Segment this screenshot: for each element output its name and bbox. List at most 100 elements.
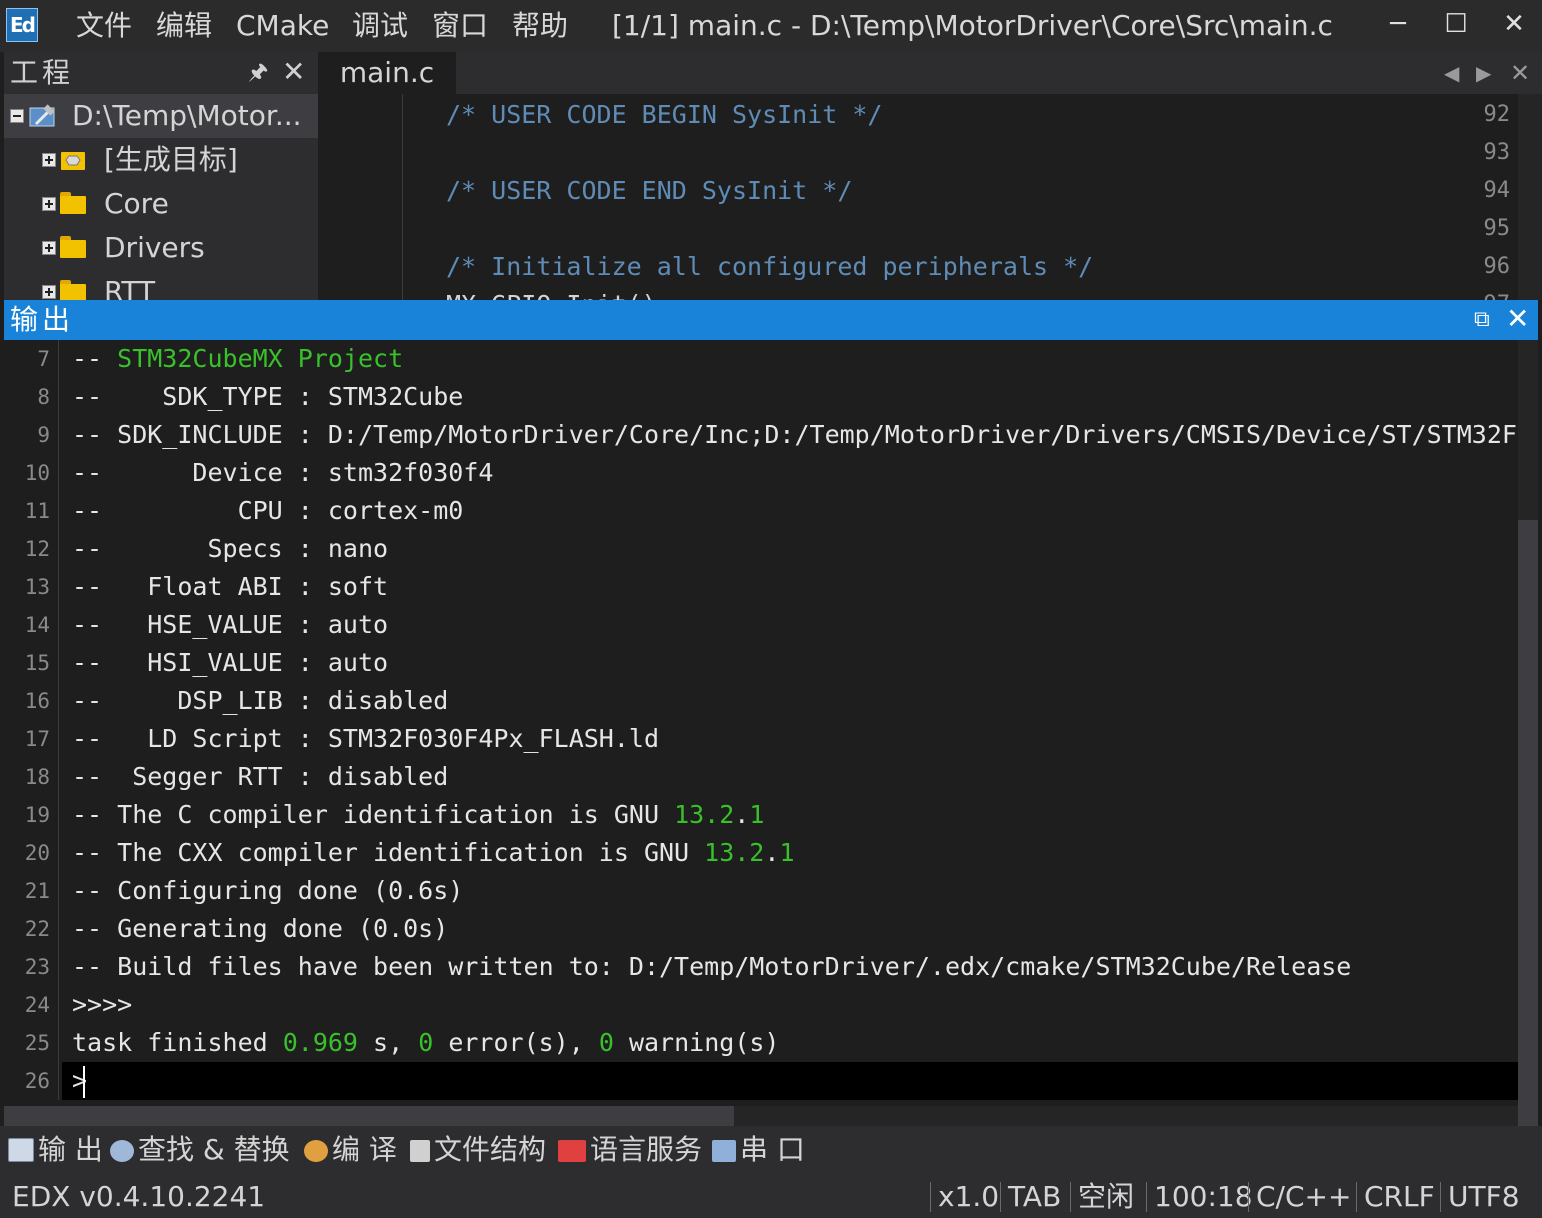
serial-port-icon [712,1140,736,1162]
expand-icon[interactable] [42,285,56,299]
file-encoding[interactable]: UTF8 [1448,1178,1520,1216]
output-text-segment: s, [357,1028,419,1057]
output-panel-title: 输出 [10,303,75,336]
tree-root[interactable]: D:\Temp\Motor... [4,94,318,138]
output-text-segment: error(s), [433,1028,599,1057]
output-line-number: 13 [24,575,50,599]
find-replace-icon [110,1140,134,1162]
output-text-segment: -- HSE_VALUE : auto [72,610,389,639]
expand-icon[interactable] [42,197,56,211]
code-editor[interactable]: 92 /* USER CODE BEGIN SysInit */ 93 94 /… [318,94,1518,300]
minimize-button[interactable]: ─ [1378,6,1418,42]
output-text-segment: -- LD Script : STM32F030F4Px_FLASH.ld [72,724,659,753]
output-line-number: 11 [24,499,50,523]
output-text-segment: -- DSP_LIB : disabled [72,686,449,715]
tab-serial-port[interactable]: 串 口 [712,1132,805,1168]
tab-build[interactable]: 编 译 [304,1132,397,1168]
output-line-number: 22 [24,917,50,941]
output-text-segment: -- The C compiler identification is GNU [72,800,675,829]
output-console[interactable]: 7 -- STM32CubeMX Project 8 -- SDK_TYPE : ST… [4,340,1518,1106]
output-line-number: 10 [24,461,50,485]
output-text-segment: -- Configuring done (0.6s) [72,876,464,905]
output-line-number: 9 [37,423,50,447]
output-text-segment: task finished [72,1028,283,1057]
output-line-number: 25 [24,1031,50,1055]
tab-find-replace[interactable]: 查找 & 替换 [110,1132,290,1168]
build-icon [304,1140,328,1162]
line-number: 97 [1440,286,1511,300]
pin-icon[interactable]: 🖈 [248,56,268,90]
tab-next-icon[interactable]: ▶ [1476,58,1491,88]
tree-item-label: Core [104,187,169,220]
tree-item-core[interactable]: Core [4,182,318,226]
output-text-segment: -- SDK_TYPE : STM32Cube [72,382,464,411]
output-line: -- Configuring done (0.6s) [72,872,463,910]
status-separator [1146,1182,1147,1212]
tab-language-service[interactable]: 语言服务 [558,1132,702,1168]
project-panel-header: 工程 🖈 ✕ [4,52,318,92]
project-panel-close-icon[interactable]: ✕ [282,54,305,90]
output-line-number: 15 [24,651,50,675]
tab-prev-icon[interactable]: ◀ [1444,58,1459,88]
status-separator [1070,1182,1071,1212]
status-separator [1000,1182,1001,1212]
tab-close-icon[interactable]: ✕ [1510,58,1530,88]
line-ending[interactable]: CRLF [1364,1178,1435,1216]
tab-file-structure[interactable]: 文件结构 [410,1132,546,1168]
output-vertical-scroll-thumb[interactable] [1518,520,1538,1126]
line-number: 92 [1483,102,1511,127]
tab-label: 语言服务 [590,1133,703,1166]
language-mode[interactable]: C/C++ [1256,1178,1351,1216]
task-state: 空闲 [1078,1180,1135,1213]
output-line: -- DSP_LIB : disabled [72,682,448,720]
output-line: -- HSE_VALUE : auto [72,606,388,644]
output-line-number: 16 [24,689,50,713]
tree-root-label: D:\Temp\Motor... [72,99,302,132]
tab-output[interactable]: 输 出 [8,1132,103,1168]
expand-icon[interactable] [42,153,56,167]
output-text-segment: -- HSI_VALUE : auto [72,648,389,677]
indent-mode[interactable]: TAB [1008,1178,1061,1216]
tab-main-c[interactable]: main.c [318,52,456,94]
output-text-segment: 0 [418,1028,434,1057]
output-text-segment: -- Build files have been written to: D:/… [72,952,1352,981]
zoom-level[interactable]: x1.0 [938,1178,999,1216]
output-line: -- Build files have been written to: D:/… [72,948,1351,986]
cursor-position[interactable]: 100:18 [1154,1178,1253,1216]
output-close-icon[interactable]: ✕ [1506,302,1529,336]
output-text-segment: 1 [749,800,765,829]
output-text-segment: warning(s) [613,1028,780,1057]
expand-icon[interactable] [42,241,56,255]
menu-debug[interactable]: 调试 [352,10,408,42]
project-panel: 工程 🖈 ✕ D:\Temp\Motor... [生成目标] Core Driv… [4,52,318,300]
window-title: [1/1] main.c - D:\Temp\MotorDriver\Core\… [612,9,1333,42]
output-text-segment: -- Segger RTT : disabled [72,762,449,791]
output-line: -- HSI_VALUE : auto [72,644,388,682]
tree-item-rtt[interactable]: RTT [4,270,318,300]
project-panel-title: 工程 [10,56,75,89]
output-line: -- Specs : nano [72,530,388,568]
tree-item-build-targets[interactable]: [生成目标] [4,138,318,182]
close-window-button[interactable]: ✕ [1494,6,1534,42]
editor-scrollbar[interactable] [1518,94,1542,300]
folder-icon [60,236,86,258]
menu-window[interactable]: 窗口 [432,10,488,42]
output-line-number: 14 [24,613,50,637]
output-text-segment: . [734,800,750,829]
output-line-number: 12 [24,537,50,561]
output-line-number: 17 [24,727,50,751]
output-line: -- Generating done (0.0s) [72,910,448,948]
menu-cmake[interactable]: CMake [236,10,329,42]
menu-edit[interactable]: 编辑 [156,10,212,42]
menu-help[interactable]: 帮助 [512,10,568,42]
tree-item-drivers[interactable]: Drivers [4,226,318,270]
tree-item-label: [生成目标] [104,143,238,176]
collapse-icon[interactable] [10,109,24,123]
folder-icon [60,280,86,300]
maximize-button[interactable]: ☐ [1436,6,1476,42]
output-horizontal-scroll-thumb[interactable] [4,1106,734,1126]
output-text-segment: -- Device : stm32f030f4 [72,458,494,487]
restore-icon[interactable]: ⧉ [1474,304,1490,336]
menu-file[interactable]: 文件 [76,10,132,42]
line-number: 94 [1483,178,1511,203]
